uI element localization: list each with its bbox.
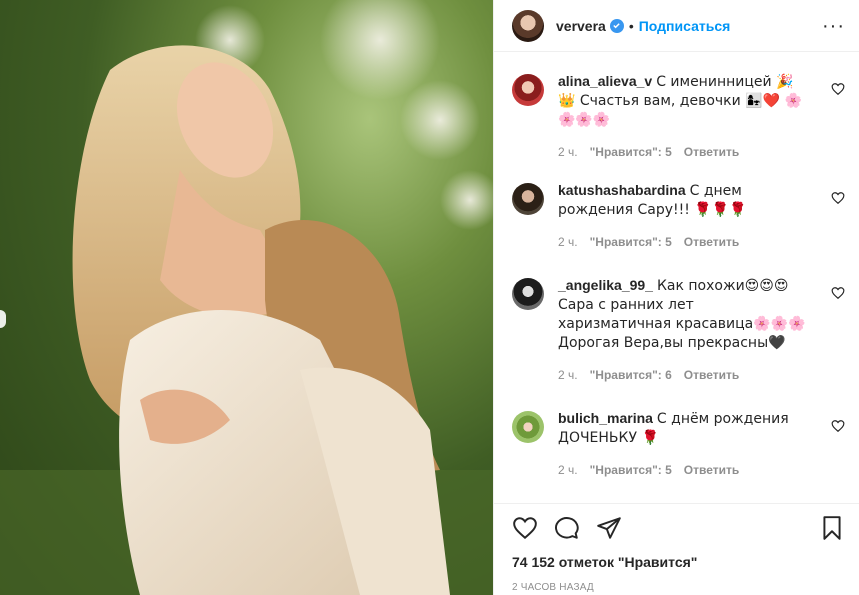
comment: bulich_marina С днём рождения ДОЧЕНЬКУ 🌹 … (512, 409, 845, 489)
comment-time[interactable]: 2 ч. (558, 463, 578, 477)
reply-button[interactable]: Ответить (684, 463, 739, 477)
commenter-avatar[interactable] (512, 411, 544, 443)
verified-icon (609, 18, 624, 33)
heart-icon[interactable] (831, 191, 845, 205)
comment: katushashabardina С днем рождения Сару!!!… (512, 181, 845, 276)
separator-dot: • (628, 17, 634, 34)
post-header: ververa • Подписаться ··· (494, 0, 859, 52)
likes-count[interactable]: 74 152 отметок "Нравится" (512, 554, 845, 570)
post-timestamp[interactable]: 2 ЧАСОВ НАЗАД (512, 582, 845, 593)
comments-list: alina_alieva_v С именинницей 🎉👑 Счастья в… (494, 52, 859, 503)
commenter-avatar[interactable] (512, 74, 544, 106)
comment-time[interactable]: 2 ч. (558, 145, 578, 159)
commenter-username[interactable]: alina_alieva_v (558, 73, 652, 89)
commenter-avatar[interactable] (512, 278, 544, 310)
post-photo[interactable] (0, 0, 493, 595)
commenter-username[interactable]: katushashabardina (558, 182, 686, 198)
author-avatar[interactable] (512, 9, 544, 42)
more-options-icon[interactable]: ··· (822, 16, 845, 36)
comment-time[interactable]: 2 ч. (558, 368, 578, 382)
post-actions: 74 152 отметок "Нравится" 2 ЧАСОВ НАЗАД (494, 503, 859, 595)
heart-icon[interactable] (831, 419, 845, 433)
bookmark-icon[interactable] (819, 515, 845, 541)
share-icon[interactable] (596, 515, 622, 541)
action-icons (512, 504, 845, 552)
reply-button[interactable]: Ответить (684, 145, 739, 159)
commenter-username[interactable]: _angelika_99_ (558, 277, 653, 293)
comment-likes[interactable]: "Нравится": 5 (590, 235, 672, 249)
comment-icon[interactable] (554, 515, 580, 541)
commenter-avatar[interactable] (512, 183, 544, 215)
comment: _angelika_99_ Как похожи😍😍😍Сара с ранних … (512, 276, 845, 409)
comment-time[interactable]: 2 ч. (558, 235, 578, 249)
photo-illustration (0, 0, 493, 595)
heart-icon[interactable] (831, 82, 845, 96)
heart-icon[interactable] (512, 515, 538, 541)
author-username[interactable]: ververa (556, 18, 606, 34)
comment-likes[interactable]: "Нравится": 6 (590, 368, 672, 382)
heart-icon[interactable] (831, 286, 845, 300)
comment: alina_alieva_v С именинницей 🎉👑 Счастья в… (512, 72, 845, 181)
follow-button[interactable]: Подписаться (639, 18, 731, 34)
comment-likes[interactable]: "Нравится": 5 (590, 463, 672, 477)
reply-button[interactable]: Ответить (684, 235, 739, 249)
reply-button[interactable]: Ответить (684, 368, 739, 382)
instagram-post: ververa • Подписаться ··· alina_alieva_v… (0, 0, 859, 595)
commenter-username[interactable]: bulich_marina (558, 410, 653, 426)
post-sidebar: ververa • Подписаться ··· alina_alieva_v… (493, 0, 859, 595)
comment-likes[interactable]: "Нравится": 5 (590, 145, 672, 159)
